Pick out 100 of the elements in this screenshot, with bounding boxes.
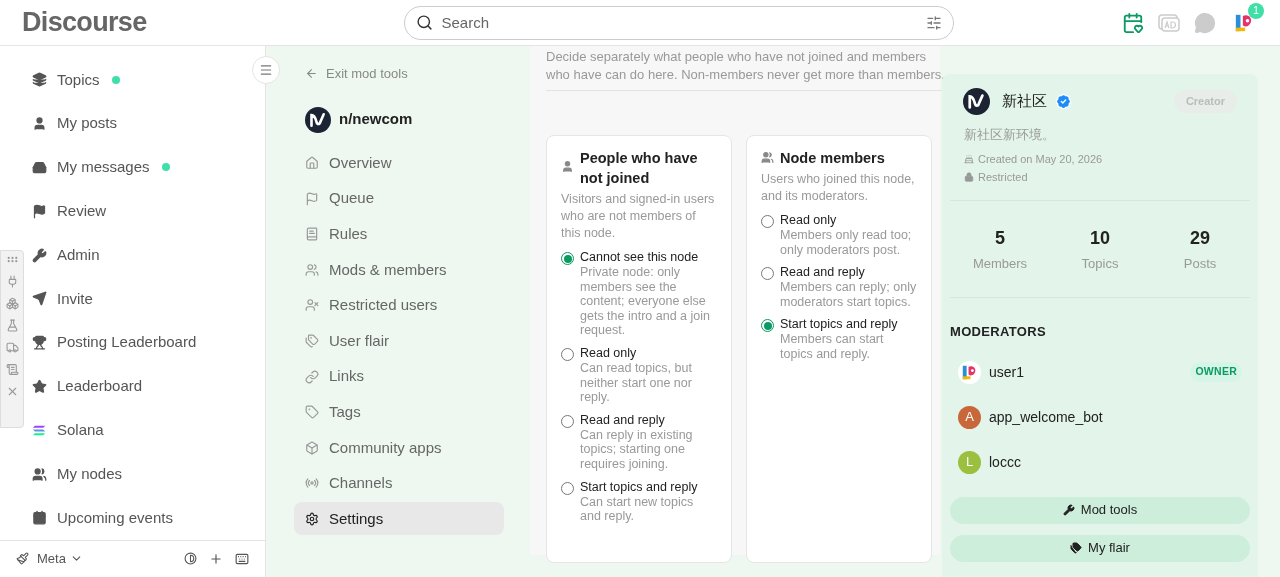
moderator-name: user1 <box>989 362 1025 382</box>
menu-icon <box>259 63 273 77</box>
settings-icon <box>305 511 319 526</box>
antenna-icon <box>305 476 319 491</box>
sidebar-item[interactable]: Posting Leaderboard <box>32 320 197 365</box>
moderator-row[interactable]: L loccc <box>950 439 1250 485</box>
wrench-icon <box>32 247 47 263</box>
mod-tools-button[interactable]: Mod tools <box>950 496 1250 524</box>
option-description: Private node: only members see the content; everyone else gets the intro and a join request. <box>580 265 711 338</box>
moderator-row[interactable]: user1 OWNER <box>950 349 1250 395</box>
moderators-heading: MODERATORS <box>950 323 1047 341</box>
sidebar-item[interactable]: Solana <box>32 408 104 453</box>
brush-icon <box>16 552 29 566</box>
nav-item[interactable]: Community apps <box>294 431 504 465</box>
sidebar-item[interactable]: Leaderboard <box>32 364 143 409</box>
boxes-icon[interactable] <box>5 297 19 310</box>
calendar-heart-icon[interactable] <box>1122 11 1144 34</box>
radio-button[interactable] <box>761 267 774 281</box>
sidebar-item[interactable]: Admin <box>32 233 100 277</box>
nav-item[interactable]: Tags <box>294 395 504 429</box>
users-icon <box>761 151 774 164</box>
inbox-icon <box>32 160 47 175</box>
owner-tag: OWNER <box>1190 362 1242 382</box>
node-name[interactable]: n/newcom <box>339 108 413 131</box>
moderator-row[interactable]: A app_welcome_bot <box>950 394 1250 440</box>
nav-item[interactable]: Queue <box>294 182 504 216</box>
node-description: 新社区新环境。 <box>964 126 1056 144</box>
nav-item[interactable]: Restricted users <box>294 288 504 322</box>
sidebar-item[interactable]: My messages <box>32 145 170 190</box>
radio-button[interactable] <box>561 481 574 495</box>
layers-icon <box>32 72 47 88</box>
sidebar-item[interactable]: Review <box>32 189 107 234</box>
sidebar-item[interactable]: Topics <box>32 58 120 102</box>
moderator-name: loccc <box>989 452 1021 472</box>
scroll-icon[interactable] <box>5 363 19 376</box>
sidebar-item[interactable]: My nodes <box>32 452 123 496</box>
keyboard-icon[interactable] <box>235 551 249 566</box>
flair-button[interactable]: My flair <box>950 534 1250 562</box>
nav-item[interactable]: Settings <box>294 502 504 536</box>
user-icon <box>561 160 574 173</box>
sidebar-item[interactable]: My posts <box>32 101 117 146</box>
stat-label: Topics <box>1081 254 1119 273</box>
radio-button[interactable] <box>561 347 574 361</box>
card-description: Users who joined this node, and its moderators. <box>761 171 916 205</box>
filter-icon[interactable] <box>926 14 943 31</box>
option-description: Can reply in existing topics; starting one requires joining. <box>580 427 694 472</box>
paper-plane-icon <box>32 291 47 307</box>
radio-button[interactable] <box>761 215 774 228</box>
card-title: Node members <box>780 149 885 168</box>
trophy-icon <box>32 335 47 351</box>
search-icon <box>416 13 434 31</box>
tags-icon <box>1070 542 1083 554</box>
card-title: People who have not joined <box>580 149 699 188</box>
home-icon <box>305 156 319 170</box>
plus-icon[interactable] <box>209 551 223 566</box>
nav-item[interactable]: Mods & members <box>294 253 504 287</box>
cake-icon <box>964 153 974 164</box>
option-label: Start topics and reply <box>780 317 899 333</box>
moderator-avatar: L <box>958 450 981 474</box>
node-title: 新社区 <box>1002 91 1047 112</box>
arrow-left-icon <box>305 67 318 81</box>
nav-item[interactable]: Links <box>294 360 504 394</box>
moderator-avatar: A <box>958 405 981 429</box>
book-icon <box>305 227 319 242</box>
option-description: Can read topics, but neither start one nor reply. <box>580 360 693 405</box>
users-icon <box>305 262 319 277</box>
option-label: Start topics and reply <box>580 479 699 495</box>
node-logo <box>963 88 990 115</box>
radio-button[interactable] <box>561 414 574 428</box>
wrench-icon <box>1062 504 1075 516</box>
option-label: Read only <box>780 213 838 228</box>
star-icon <box>32 378 47 394</box>
theme-selector[interactable]: Meta <box>37 549 83 569</box>
link-icon <box>305 369 319 384</box>
created-date: Created on May 20, 2026 <box>978 151 1103 167</box>
sidebar-item[interactable]: Upcoming events <box>32 495 173 540</box>
moderator-name: app_welcome_bot <box>989 407 1103 427</box>
truck-icon[interactable] <box>5 341 19 354</box>
option-label: Read and reply <box>780 265 866 281</box>
option-label: Read and reply <box>580 412 666 428</box>
access-text: Restricted <box>978 170 1028 185</box>
logo[interactable]: Discourse <box>22 2 147 43</box>
stat-label: Posts <box>1183 254 1217 273</box>
user-icon <box>32 116 47 132</box>
option-description: Members can start topics and reply. <box>780 332 885 362</box>
flag-icon <box>305 191 319 206</box>
search-field[interactable]: Search <box>404 5 955 40</box>
flag-icon <box>32 203 47 219</box>
nav-item[interactable]: User flair <box>294 324 504 358</box>
nav-item[interactable]: Channels <box>294 466 504 500</box>
box-icon <box>305 440 319 455</box>
option-description: Members only read too; only moderators post. <box>780 228 913 258</box>
stat-value: 5 <box>995 226 1005 250</box>
sidebar-item[interactable]: Invite <box>32 277 93 321</box>
flask-icon[interactable] <box>5 319 19 332</box>
nav-item[interactable]: Rules <box>294 217 504 251</box>
users-icon <box>32 466 47 482</box>
stat-label: Members <box>972 254 1028 273</box>
contrast-icon[interactable] <box>184 552 197 566</box>
nav-item[interactable]: Overview <box>294 146 504 180</box>
